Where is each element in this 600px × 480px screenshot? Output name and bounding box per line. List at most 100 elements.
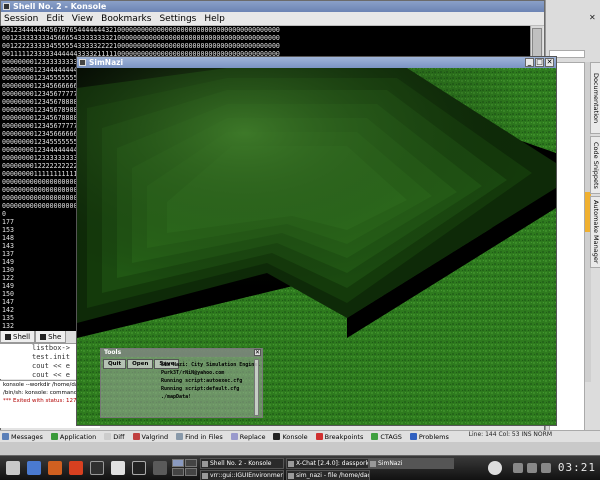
simnazi-titlebar[interactable]: SimNazi _ □ ✕ xyxy=(77,57,556,68)
taskbar-task[interactable]: X-Chat [2.4.0]: dasspork @ xyxy=(286,458,370,469)
minimize-button[interactable]: _ xyxy=(525,58,534,67)
tools-log-scrollbar[interactable] xyxy=(254,359,259,416)
tooltab-messages[interactable]: Messages xyxy=(2,433,43,441)
konsole-menubar: Session Edit View Bookmarks Settings Hel… xyxy=(1,12,544,26)
desktop-1[interactable] xyxy=(172,459,184,467)
tooltab-label: Breakpoints xyxy=(324,432,364,441)
valgrind-icon xyxy=(132,433,140,440)
window-icon xyxy=(288,461,294,467)
task-label: sim_nazi - file /home/dac xyxy=(296,472,370,479)
tab-label: Shell xyxy=(13,332,31,341)
tools-titlebar[interactable]: Tools ✕ xyxy=(101,349,262,357)
tooltab-problems[interactable]: Problems xyxy=(409,432,449,441)
kde-menu-icon[interactable] xyxy=(6,461,20,475)
window-icon xyxy=(202,461,208,467)
replace-icon xyxy=(230,433,238,440)
task-label: X-Chat [2.4.0]: dasspork @ xyxy=(296,460,370,467)
tooltab-label: Find in Files xyxy=(185,432,223,441)
messages-icon xyxy=(2,433,9,440)
ctags-icon xyxy=(371,433,379,440)
taskbar-task[interactable]: vrr::gui::IGUIEnvironment c xyxy=(200,470,284,480)
tooltab-ctags[interactable]: CTAGS xyxy=(371,433,402,441)
tooltab-label: Replace xyxy=(239,432,266,441)
settings-icon[interactable] xyxy=(111,461,125,475)
menu-settings[interactable]: Settings xyxy=(159,14,196,24)
tools-title: Tools xyxy=(104,349,122,356)
gimp-icon[interactable] xyxy=(153,461,167,475)
menu-view[interactable]: View xyxy=(72,14,93,24)
log-line: Running script:default.cfg xyxy=(161,386,240,392)
tab-label: She xyxy=(48,332,62,341)
tools-dialog: Tools ✕ Quit Open Save Sim Nazi: City Si… xyxy=(100,348,263,418)
tooltab-valgrind[interactable]: Valgrind xyxy=(132,432,169,441)
tooltab-label: Konsole xyxy=(282,432,308,441)
close-icon[interactable]: ✕ xyxy=(589,14,597,22)
tray-icon[interactable] xyxy=(541,463,551,473)
firefox-icon[interactable] xyxy=(69,461,83,475)
sidebar-tab-documentation[interactable]: Documentation xyxy=(590,62,600,134)
sidebar-tab-automake-manager[interactable]: Automake Manager xyxy=(590,196,600,268)
tray-icon[interactable] xyxy=(513,463,523,473)
maximize-button[interactable]: □ xyxy=(535,58,544,67)
desktop-2[interactable] xyxy=(185,459,197,467)
close-icon[interactable]: ✕ xyxy=(254,349,261,356)
konsole-icon xyxy=(273,433,281,440)
sidebar-tab-code-snippets[interactable]: Code Snippets xyxy=(590,136,600,194)
log-line: ./mapData! xyxy=(161,394,192,400)
taskbar-task[interactable]: sim_nazi - file /home/dac xyxy=(286,470,370,480)
clock[interactable]: 03:21 xyxy=(558,461,596,474)
editor-status: Line: 144 Col: 53 INS NORM xyxy=(468,431,552,438)
tab-shell-2[interactable]: She xyxy=(35,331,67,343)
log-line: Purk3T/rNiN@yahoo.com xyxy=(161,370,225,376)
tooltab-label: Application xyxy=(59,432,97,441)
tools-log: Sim Nazi: City Simulation Engine. Purk3T/… xyxy=(161,361,261,416)
tray-icon[interactable] xyxy=(527,463,537,473)
taskbar-task[interactable]: SimNazi xyxy=(368,458,454,469)
window-icon xyxy=(202,473,208,479)
task-label: Shell No. 2 - Konsole xyxy=(210,460,272,467)
menu-edit[interactable]: Edit xyxy=(46,14,63,24)
application-icon xyxy=(50,433,58,440)
quit-button[interactable]: Quit xyxy=(103,359,127,369)
menu-session[interactable]: Session xyxy=(4,14,38,24)
tooltab-konsole[interactable]: Konsole xyxy=(273,432,308,441)
task-label: SimNazi xyxy=(378,460,403,467)
konsole-titlebar[interactable]: Shell No. 2 - Konsole xyxy=(1,1,544,12)
window-icon xyxy=(288,473,294,479)
files-icon[interactable] xyxy=(27,461,41,475)
taskbar-task[interactable]: Shell No. 2 - Konsole xyxy=(200,458,284,469)
simnazi-app-icon xyxy=(79,59,86,66)
menu-bookmarks[interactable]: Bookmarks xyxy=(101,14,151,24)
menu-help[interactable]: Help xyxy=(204,14,225,24)
breakpoints-icon xyxy=(315,433,323,440)
tooltab-label: Diff xyxy=(113,432,125,441)
close-button[interactable]: ✕ xyxy=(545,58,554,67)
tooltab-diff[interactable]: Diff xyxy=(104,432,125,441)
terminal-line: 0012222333334555554333332222100000000000… xyxy=(2,42,280,50)
find-icon xyxy=(176,433,184,440)
tab-shell-1[interactable]: Shell xyxy=(0,331,36,343)
simnazi-title: SimNazi xyxy=(89,58,124,67)
tooltab-label: Problems xyxy=(418,432,449,441)
kdevelop-icon[interactable] xyxy=(90,461,104,475)
window-icon xyxy=(370,461,376,467)
cd-icon[interactable] xyxy=(488,461,502,475)
problems-icon xyxy=(409,433,417,440)
terminal-icon xyxy=(40,333,47,340)
tooltab-label: CTAGS xyxy=(380,432,402,441)
tooltab-application[interactable]: Application xyxy=(50,432,97,441)
terminal-icon[interactable] xyxy=(132,461,146,475)
desktop-3[interactable] xyxy=(172,468,184,476)
desktop-4[interactable] xyxy=(185,468,197,476)
tooltab-label: Messages xyxy=(11,432,43,441)
home-icon[interactable] xyxy=(48,461,62,475)
tooltab-label: Valgrind xyxy=(141,432,169,441)
taskbar: 03:21 Shell No. 2 - Konsole X-Chat [2.4.0… xyxy=(0,455,600,480)
open-button[interactable]: Open xyxy=(127,359,154,369)
terminal-icon xyxy=(5,333,11,340)
log-line: Sim Nazi: City Simulation Engine. xyxy=(161,362,261,368)
tooltab-breakpoints[interactable]: Breakpoints xyxy=(315,432,364,441)
tooltab-find-in-files[interactable]: Find in Files xyxy=(176,433,223,441)
terminal-line: 0012333333334566654333333332100000000000… xyxy=(2,34,280,42)
tooltab-replace[interactable]: Replace xyxy=(230,432,266,441)
